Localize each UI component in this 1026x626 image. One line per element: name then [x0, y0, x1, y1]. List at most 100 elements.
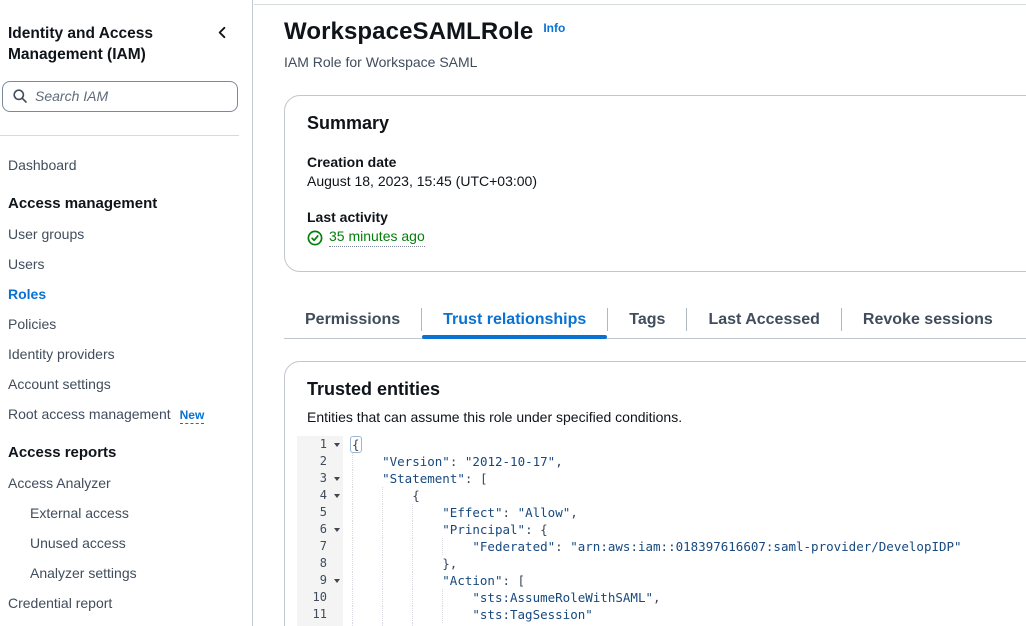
- tab-tags[interactable]: Tags: [608, 301, 686, 338]
- matched-bracket: {: [350, 436, 362, 453]
- sidebar-item-label: Identity providers: [8, 346, 115, 362]
- code-line: 1{: [297, 436, 1026, 453]
- fold-slot: [330, 528, 343, 532]
- line-gutter: 2: [297, 453, 343, 470]
- sidebar-item-label: Unused access: [30, 535, 126, 551]
- indent-guide: [382, 487, 412, 504]
- summary-field-creation-date: Creation dateAugust 18, 2023, 15:45 (UTC…: [307, 154, 1026, 189]
- line-gutter: 8: [297, 555, 343, 572]
- line-gutter: 3: [297, 470, 343, 487]
- line-number: 3: [297, 470, 330, 487]
- indent-guide: [352, 589, 382, 606]
- sidebar-search: [2, 81, 238, 112]
- fold-toggle-icon[interactable]: [334, 579, 340, 583]
- content-top-divider: [254, 4, 1026, 5]
- sidebar: Identity and Access Management (IAM) Das…: [0, 0, 253, 626]
- code-line: 3 "Statement": [: [297, 470, 1026, 487]
- code-text: "Statement": [: [343, 470, 487, 487]
- sidebar-item-label: Roles: [8, 286, 46, 302]
- indent-guide: [352, 453, 382, 470]
- code-text: {: [343, 487, 420, 504]
- sidebar-item-unused-access[interactable]: Unused access: [0, 528, 252, 558]
- fold-toggle-icon[interactable]: [334, 443, 340, 447]
- code-line: 4{: [297, 487, 1026, 504]
- json-punctuation: ,: [555, 454, 563, 469]
- indent-guide: [442, 589, 472, 606]
- sidebar-collapse-button[interactable]: [214, 25, 230, 41]
- code-text: "Federated": "arn:aws:iam::018397616607:…: [343, 538, 962, 555]
- tab-revoke-sessions[interactable]: Revoke sessions: [842, 301, 1014, 338]
- indent-guide: [352, 487, 382, 504]
- line-gutter: 4: [297, 487, 343, 504]
- json-punctuation: ,: [570, 505, 578, 520]
- search-input[interactable]: [2, 81, 238, 112]
- code-line: 9"Action": [: [297, 572, 1026, 589]
- sidebar-item-external-access[interactable]: External access: [0, 498, 252, 528]
- sidebar-item-analyzer-settings[interactable]: Analyzer settings: [0, 558, 252, 588]
- code-line: 6"Principal": {: [297, 521, 1026, 538]
- sidebar-header: Identity and Access Management (IAM): [0, 0, 252, 66]
- sidebar-item-roles[interactable]: Roles: [0, 279, 252, 309]
- summary-fields: Creation dateAugust 18, 2023, 15:45 (UTC…: [307, 154, 1026, 247]
- summary-card: Summary Creation dateAugust 18, 2023, 15…: [284, 95, 1026, 272]
- fold-slot: [330, 477, 343, 481]
- field-value: August 18, 2023, 15:45 (UTC+03:00): [307, 173, 1026, 189]
- tabs-row: PermissionsTrust relationshipsTagsLast A…: [284, 301, 1026, 339]
- code-text: "Action": [: [343, 572, 525, 589]
- trusted-entities-heading: Trusted entities: [307, 379, 1026, 400]
- page-header: WorkspaceSAMLRoleInfo IAM Role for Works…: [284, 18, 1026, 70]
- line-number: 2: [297, 453, 330, 470]
- indent-guide: [352, 504, 382, 521]
- sidebar-item-label: Credential report: [8, 595, 112, 611]
- indent-guide: [412, 589, 442, 606]
- sidebar-item-root-access-management[interactable]: Root access managementNew: [0, 399, 252, 429]
- sidebar-item-access-analyzer[interactable]: Access Analyzer: [0, 468, 252, 498]
- sidebar-item-user-groups[interactable]: User groups: [0, 219, 252, 249]
- info-link[interactable]: Info: [543, 21, 565, 35]
- sidebar-section-heading-access-reports: Access reports: [0, 436, 252, 468]
- sidebar-item-policies[interactable]: Policies: [0, 309, 252, 339]
- sidebar-item-identity-providers[interactable]: Identity providers: [0, 339, 252, 369]
- json-punctuation: {: [412, 488, 420, 503]
- trusted-entities-card: Trusted entities Entities that can assum…: [284, 361, 1026, 626]
- sidebar-item-dashboard[interactable]: Dashboard: [0, 150, 252, 180]
- json-string: "Effect": [442, 505, 502, 520]
- sidebar-item-credential-report[interactable]: Credential report: [0, 588, 252, 618]
- indent-guide: [412, 572, 442, 589]
- indent-guide: [442, 538, 472, 555]
- sidebar-item-users[interactable]: Users: [0, 249, 252, 279]
- indent-guide: [382, 504, 412, 521]
- policy-code-editor[interactable]: 1{2"Version": "2012-10-17",3"Statement":…: [297, 436, 1026, 626]
- sidebar-item-label: External access: [30, 505, 129, 521]
- code-text: "Effect": "Allow",: [343, 504, 578, 521]
- line-number: 1: [297, 436, 330, 453]
- sidebar-item-label: Users: [8, 256, 45, 272]
- json-punctuation: :: [555, 539, 570, 554]
- code-line: 11"sts:TagSession": [297, 606, 1026, 623]
- indent-guide: [352, 606, 382, 623]
- tab-trust-relationships[interactable]: Trust relationships: [422, 301, 607, 338]
- line-number: 6: [297, 521, 330, 538]
- line-number: 7: [297, 538, 330, 555]
- fold-toggle-icon[interactable]: [334, 477, 340, 481]
- code-text: },: [343, 555, 457, 572]
- tab-last-accessed[interactable]: Last Accessed: [687, 301, 840, 338]
- indent-guide: [412, 521, 442, 538]
- new-badge: New: [180, 408, 205, 424]
- summary-field-last-activity: Last activity35 minutes ago: [307, 209, 1026, 247]
- page-title: WorkspaceSAMLRole: [284, 18, 533, 45]
- indent-guide: [382, 589, 412, 606]
- json-punctuation: : [: [465, 471, 488, 486]
- indent-guide: [412, 555, 442, 572]
- code-line: 5 "Effect": "Allow",: [297, 504, 1026, 521]
- indent-guide: [382, 521, 412, 538]
- trusted-entities-description: Entities that can assume this role under…: [285, 409, 1026, 425]
- sidebar-item-organization-activity[interactable]: Organization activity: [0, 618, 252, 626]
- json-string: "2012-10-17": [465, 454, 555, 469]
- tab-permissions[interactable]: Permissions: [284, 301, 421, 338]
- fold-toggle-icon[interactable]: [334, 494, 340, 498]
- search-icon: [12, 88, 28, 104]
- line-number: 5: [297, 504, 330, 521]
- fold-toggle-icon[interactable]: [334, 528, 340, 532]
- sidebar-item-account-settings[interactable]: Account settings: [0, 369, 252, 399]
